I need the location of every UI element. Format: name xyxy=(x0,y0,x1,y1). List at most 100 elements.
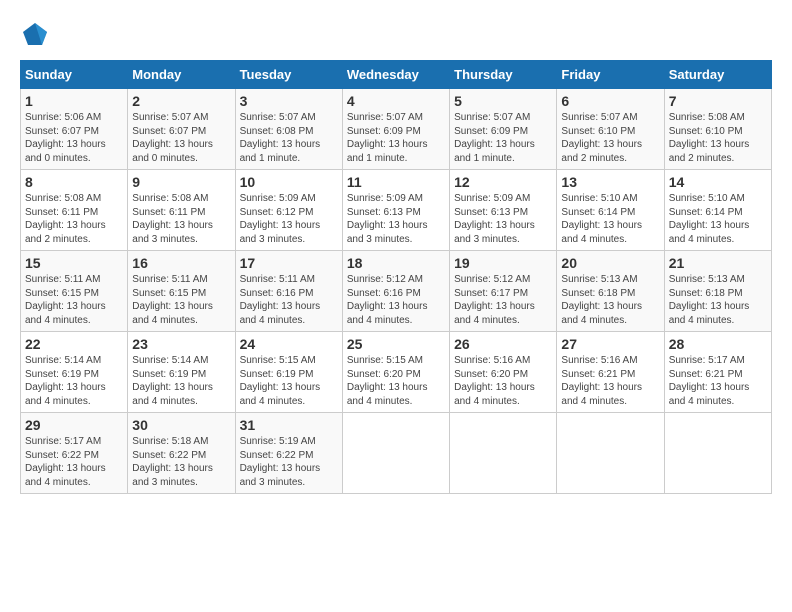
header-friday: Friday xyxy=(557,61,664,89)
day-number: 16 xyxy=(132,255,230,271)
calendar-cell: 26 Sunrise: 5:16 AMSunset: 6:20 PMDaylig… xyxy=(450,332,557,413)
calendar-cell: 19 Sunrise: 5:12 AMSunset: 6:17 PMDaylig… xyxy=(450,251,557,332)
day-number: 10 xyxy=(240,174,338,190)
day-info: Sunrise: 5:17 AMSunset: 6:22 PMDaylight:… xyxy=(25,436,106,488)
calendar-cell: 1 Sunrise: 5:06 AMSunset: 6:07 PMDayligh… xyxy=(21,89,128,170)
calendar-cell: 14 Sunrise: 5:10 AMSunset: 6:14 PMDaylig… xyxy=(664,170,771,251)
calendar-cell: 21 Sunrise: 5:13 AMSunset: 6:18 PMDaylig… xyxy=(664,251,771,332)
day-number: 23 xyxy=(132,336,230,352)
day-info: Sunrise: 5:17 AMSunset: 6:21 PMDaylight:… xyxy=(669,355,750,407)
calendar-body: 1 Sunrise: 5:06 AMSunset: 6:07 PMDayligh… xyxy=(21,89,772,494)
calendar-cell: 27 Sunrise: 5:16 AMSunset: 6:21 PMDaylig… xyxy=(557,332,664,413)
day-number: 17 xyxy=(240,255,338,271)
day-info: Sunrise: 5:11 AMSunset: 6:15 PMDaylight:… xyxy=(25,274,106,326)
day-info: Sunrise: 5:08 AMSunset: 6:10 PMDaylight:… xyxy=(669,112,750,164)
day-info: Sunrise: 5:09 AMSunset: 6:13 PMDaylight:… xyxy=(347,193,428,245)
day-number: 14 xyxy=(669,174,767,190)
header-row: SundayMondayTuesdayWednesdayThursdayFrid… xyxy=(21,61,772,89)
page-header xyxy=(20,20,772,50)
logo-icon xyxy=(20,20,50,50)
calendar-week-4: 22 Sunrise: 5:14 AMSunset: 6:19 PMDaylig… xyxy=(21,332,772,413)
day-info: Sunrise: 5:07 AMSunset: 6:08 PMDaylight:… xyxy=(240,112,321,164)
calendar-cell xyxy=(450,413,557,494)
day-number: 19 xyxy=(454,255,552,271)
calendar-cell: 13 Sunrise: 5:10 AMSunset: 6:14 PMDaylig… xyxy=(557,170,664,251)
calendar-cell: 18 Sunrise: 5:12 AMSunset: 6:16 PMDaylig… xyxy=(342,251,449,332)
day-info: Sunrise: 5:08 AMSunset: 6:11 PMDaylight:… xyxy=(132,193,213,245)
header-tuesday: Tuesday xyxy=(235,61,342,89)
day-number: 30 xyxy=(132,417,230,433)
day-number: 7 xyxy=(669,93,767,109)
day-number: 8 xyxy=(25,174,123,190)
calendar-cell: 30 Sunrise: 5:18 AMSunset: 6:22 PMDaylig… xyxy=(128,413,235,494)
day-number: 2 xyxy=(132,93,230,109)
calendar-week-2: 8 Sunrise: 5:08 AMSunset: 6:11 PMDayligh… xyxy=(21,170,772,251)
day-number: 22 xyxy=(25,336,123,352)
calendar-week-1: 1 Sunrise: 5:06 AMSunset: 6:07 PMDayligh… xyxy=(21,89,772,170)
calendar-header: SundayMondayTuesdayWednesdayThursdayFrid… xyxy=(21,61,772,89)
calendar-cell: 3 Sunrise: 5:07 AMSunset: 6:08 PMDayligh… xyxy=(235,89,342,170)
day-info: Sunrise: 5:09 AMSunset: 6:12 PMDaylight:… xyxy=(240,193,321,245)
day-info: Sunrise: 5:12 AMSunset: 6:17 PMDaylight:… xyxy=(454,274,535,326)
day-info: Sunrise: 5:18 AMSunset: 6:22 PMDaylight:… xyxy=(132,436,213,488)
calendar-cell xyxy=(557,413,664,494)
calendar-cell: 11 Sunrise: 5:09 AMSunset: 6:13 PMDaylig… xyxy=(342,170,449,251)
day-info: Sunrise: 5:15 AMSunset: 6:19 PMDaylight:… xyxy=(240,355,321,407)
day-number: 27 xyxy=(561,336,659,352)
calendar-cell: 4 Sunrise: 5:07 AMSunset: 6:09 PMDayligh… xyxy=(342,89,449,170)
day-info: Sunrise: 5:12 AMSunset: 6:16 PMDaylight:… xyxy=(347,274,428,326)
day-number: 15 xyxy=(25,255,123,271)
day-info: Sunrise: 5:13 AMSunset: 6:18 PMDaylight:… xyxy=(669,274,750,326)
day-info: Sunrise: 5:13 AMSunset: 6:18 PMDaylight:… xyxy=(561,274,642,326)
day-info: Sunrise: 5:15 AMSunset: 6:20 PMDaylight:… xyxy=(347,355,428,407)
calendar-cell: 28 Sunrise: 5:17 AMSunset: 6:21 PMDaylig… xyxy=(664,332,771,413)
calendar-week-5: 29 Sunrise: 5:17 AMSunset: 6:22 PMDaylig… xyxy=(21,413,772,494)
day-number: 3 xyxy=(240,93,338,109)
logo xyxy=(20,20,54,50)
calendar-cell: 23 Sunrise: 5:14 AMSunset: 6:19 PMDaylig… xyxy=(128,332,235,413)
day-number: 4 xyxy=(347,93,445,109)
day-number: 18 xyxy=(347,255,445,271)
day-number: 21 xyxy=(669,255,767,271)
calendar-cell: 2 Sunrise: 5:07 AMSunset: 6:07 PMDayligh… xyxy=(128,89,235,170)
header-wednesday: Wednesday xyxy=(342,61,449,89)
header-thursday: Thursday xyxy=(450,61,557,89)
day-info: Sunrise: 5:10 AMSunset: 6:14 PMDaylight:… xyxy=(561,193,642,245)
day-info: Sunrise: 5:07 AMSunset: 6:09 PMDaylight:… xyxy=(454,112,535,164)
day-info: Sunrise: 5:14 AMSunset: 6:19 PMDaylight:… xyxy=(132,355,213,407)
calendar-cell: 31 Sunrise: 5:19 AMSunset: 6:22 PMDaylig… xyxy=(235,413,342,494)
calendar-cell: 12 Sunrise: 5:09 AMSunset: 6:13 PMDaylig… xyxy=(450,170,557,251)
calendar-table: SundayMondayTuesdayWednesdayThursdayFrid… xyxy=(20,60,772,494)
day-info: Sunrise: 5:19 AMSunset: 6:22 PMDaylight:… xyxy=(240,436,321,488)
day-info: Sunrise: 5:07 AMSunset: 6:09 PMDaylight:… xyxy=(347,112,428,164)
day-info: Sunrise: 5:16 AMSunset: 6:20 PMDaylight:… xyxy=(454,355,535,407)
day-info: Sunrise: 5:16 AMSunset: 6:21 PMDaylight:… xyxy=(561,355,642,407)
day-number: 29 xyxy=(25,417,123,433)
calendar-cell: 5 Sunrise: 5:07 AMSunset: 6:09 PMDayligh… xyxy=(450,89,557,170)
day-number: 31 xyxy=(240,417,338,433)
calendar-cell: 17 Sunrise: 5:11 AMSunset: 6:16 PMDaylig… xyxy=(235,251,342,332)
calendar-cell: 15 Sunrise: 5:11 AMSunset: 6:15 PMDaylig… xyxy=(21,251,128,332)
day-number: 5 xyxy=(454,93,552,109)
calendar-cell: 6 Sunrise: 5:07 AMSunset: 6:10 PMDayligh… xyxy=(557,89,664,170)
day-number: 1 xyxy=(25,93,123,109)
day-info: Sunrise: 5:07 AMSunset: 6:07 PMDaylight:… xyxy=(132,112,213,164)
day-number: 20 xyxy=(561,255,659,271)
calendar-cell: 22 Sunrise: 5:14 AMSunset: 6:19 PMDaylig… xyxy=(21,332,128,413)
day-info: Sunrise: 5:10 AMSunset: 6:14 PMDaylight:… xyxy=(669,193,750,245)
day-info: Sunrise: 5:11 AMSunset: 6:16 PMDaylight:… xyxy=(240,274,321,326)
calendar-week-3: 15 Sunrise: 5:11 AMSunset: 6:15 PMDaylig… xyxy=(21,251,772,332)
calendar-cell: 20 Sunrise: 5:13 AMSunset: 6:18 PMDaylig… xyxy=(557,251,664,332)
header-monday: Monday xyxy=(128,61,235,89)
day-number: 26 xyxy=(454,336,552,352)
day-info: Sunrise: 5:09 AMSunset: 6:13 PMDaylight:… xyxy=(454,193,535,245)
day-number: 25 xyxy=(347,336,445,352)
day-number: 24 xyxy=(240,336,338,352)
calendar-cell xyxy=(664,413,771,494)
calendar-cell: 29 Sunrise: 5:17 AMSunset: 6:22 PMDaylig… xyxy=(21,413,128,494)
calendar-cell: 8 Sunrise: 5:08 AMSunset: 6:11 PMDayligh… xyxy=(21,170,128,251)
day-number: 28 xyxy=(669,336,767,352)
calendar-cell: 24 Sunrise: 5:15 AMSunset: 6:19 PMDaylig… xyxy=(235,332,342,413)
calendar-cell xyxy=(342,413,449,494)
day-info: Sunrise: 5:14 AMSunset: 6:19 PMDaylight:… xyxy=(25,355,106,407)
